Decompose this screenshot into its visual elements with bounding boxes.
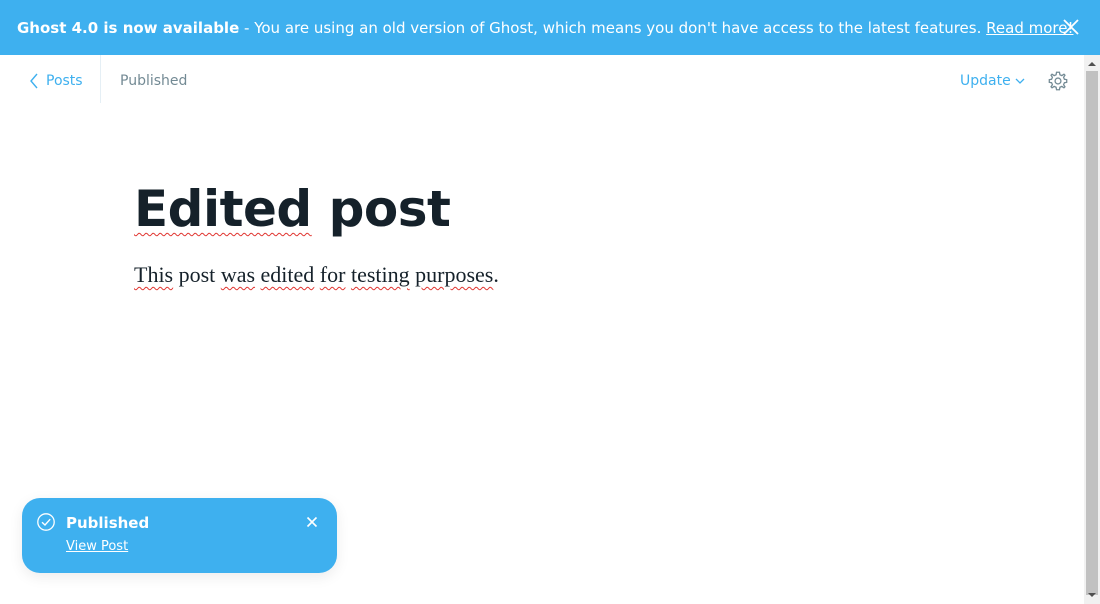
body-word: This: [134, 262, 174, 287]
body-word: testing: [350, 262, 410, 287]
scrollbar-thumb[interactable]: [1086, 71, 1098, 595]
update-label: Update: [960, 73, 1011, 89]
body-word: for: [319, 262, 346, 287]
banner-title: Ghost 4.0 is now available: [17, 18, 240, 37]
body-word: post: [173, 262, 221, 287]
body-word: edited: [260, 262, 315, 287]
gear-icon[interactable]: [1047, 70, 1069, 92]
back-to-posts-link[interactable]: Posts: [28, 71, 83, 91]
scroll-up-arrow-icon[interactable]: [1084, 59, 1100, 69]
close-icon[interactable]: [306, 516, 318, 528]
post-body[interactable]: This post was edited for testing purpose…: [134, 262, 499, 288]
upgrade-banner: Ghost 4.0 is now available - You are usi…: [0, 0, 1100, 55]
body-word: was: [220, 262, 256, 287]
read-more-link[interactable]: Read more!: [986, 19, 1073, 37]
banner-separator: -: [239, 18, 255, 37]
close-icon[interactable]: [1062, 18, 1080, 36]
body-word: purposes: [415, 262, 494, 287]
banner-text: You are using an old version of Ghost, w…: [254, 18, 987, 37]
chevron-down-icon: [1015, 78, 1025, 84]
post-title[interactable]: Edited post: [134, 180, 451, 238]
check-circle-icon: [37, 513, 55, 531]
notification-title: Published: [66, 514, 150, 532]
body-period: .: [493, 262, 499, 287]
post-status: Published: [120, 73, 188, 89]
vertical-scrollbar[interactable]: [1084, 55, 1100, 604]
chevron-left-icon: [30, 73, 38, 89]
editor-header: Posts Published Update: [0, 55, 1084, 107]
published-notification: Published View Post: [22, 498, 337, 573]
header-divider: [100, 55, 101, 103]
post-title-word: Edited: [134, 180, 312, 238]
update-button[interactable]: Update: [960, 73, 1025, 89]
post-title-word: post: [328, 180, 451, 238]
view-post-link[interactable]: View Post: [66, 539, 128, 554]
scroll-down-arrow-icon[interactable]: [1084, 590, 1100, 600]
banner-message: Ghost 4.0 is now available - You are usi…: [17, 19, 1073, 37]
back-label: Posts: [46, 73, 83, 89]
